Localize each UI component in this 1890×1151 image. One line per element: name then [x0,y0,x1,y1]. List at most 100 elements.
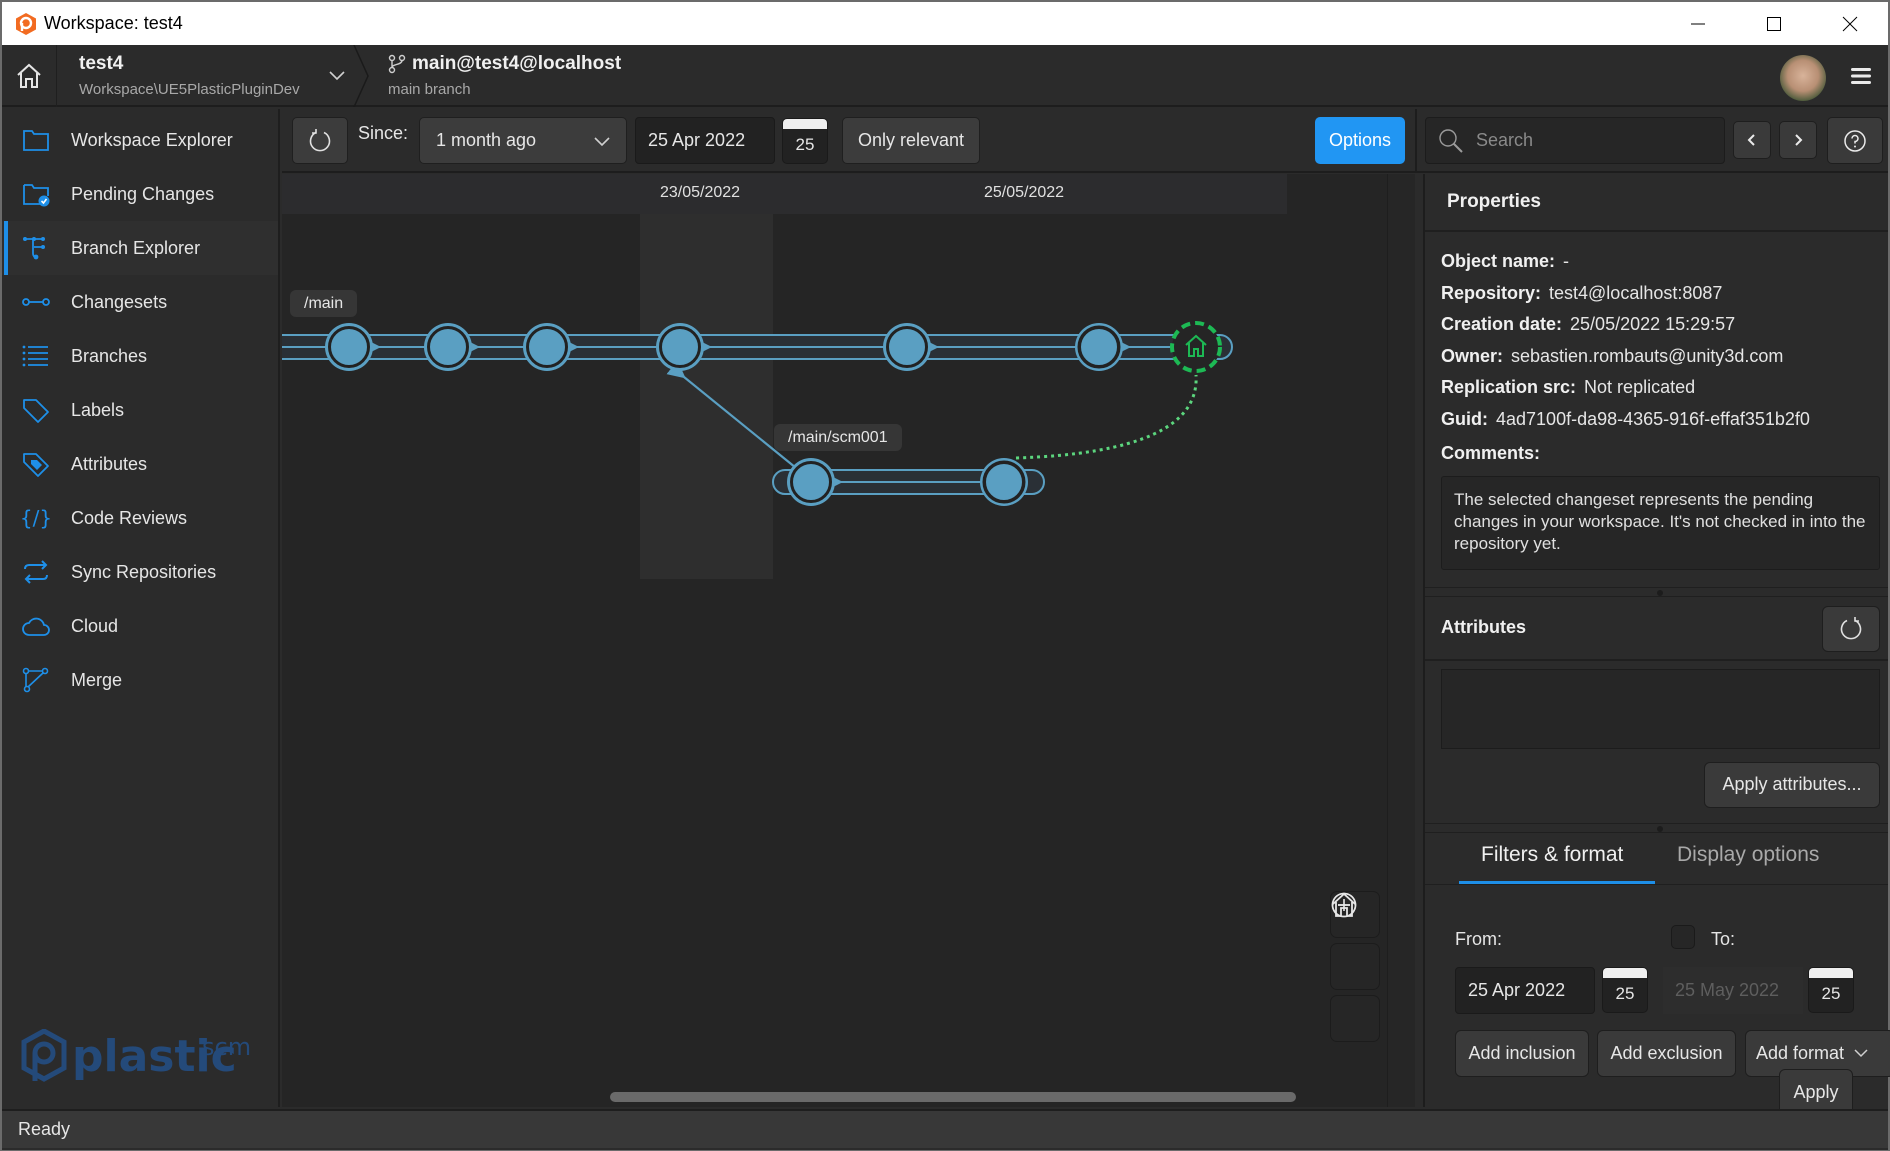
sidebar-item-branch-explorer[interactable]: Branch Explorer [2,221,278,275]
branch-icon [388,54,406,74]
pending-changes-node [1170,321,1222,373]
maximize-icon [1767,16,1781,31]
breadcrumb-separator [353,45,369,107]
sidebar-item-label: Branches [71,345,148,366]
from-label: From: [1455,928,1502,949]
sidebar-item-label: Changesets [71,291,168,312]
minimize-icon [1691,23,1705,24]
branch-subtitle: main branch [388,81,471,98]
branch-label-main[interactable]: /main [290,290,358,317]
from-date-input[interactable]: 25 Apr 2022 [1455,966,1595,1014]
workspace-selector[interactable]: test4 Workspace\UE5PlasticPluginDev [79,53,300,98]
user-avatar[interactable] [1780,55,1826,101]
home-button[interactable] [2,45,57,107]
help-button[interactable] [1827,117,1883,164]
close-button[interactable] [1812,2,1888,45]
calendar-day: 25 [1821,983,1841,1003]
sync-arrows-icon [21,557,51,587]
hamburger-menu-icon[interactable] [1850,65,1872,87]
only-relevant-button[interactable]: Only relevant [842,117,980,164]
branch-explorer-toolbar: Since: 1 month ago 25 Apr 2022 25 Only r… [282,109,1415,173]
changeset-icon [21,287,51,317]
minimize-button[interactable] [1660,2,1736,45]
sidebar-item-workspace-explorer[interactable]: Workspace Explorer [2,113,278,167]
previous-result-button[interactable] [1733,121,1771,159]
sidebar-item-branches[interactable]: Branches [2,329,278,383]
sidebar-item-labels[interactable]: Labels [2,383,278,437]
only-relevant-label: Only relevant [857,130,965,150]
branch-explorer-icon [21,233,51,263]
sidebar-item-label: Sync Repositories [71,561,217,582]
changeset-node-inner [526,326,568,368]
tab-display-options[interactable]: Display options [1677,843,1819,867]
chevron-down-icon [1854,1049,1868,1058]
apply-attributes-button[interactable]: Apply attributes... [1704,761,1880,808]
sidebar-item-label: Merge [71,669,123,690]
plastic-app-icon [16,12,36,35]
from-date-value: 25 Apr 2022 [1468,979,1566,1000]
sidebar-item-code-reviews[interactable]: {/} Code Reviews [2,491,278,545]
changeset-node-inner [427,326,469,368]
search-input[interactable]: Search [1425,117,1725,164]
changeset-node-inner [790,461,832,503]
sidebar-item-pending-changes[interactable]: Pending Changes [2,167,278,221]
svg-text:{/}: {/} [21,506,51,530]
branch-label-scm001[interactable]: /main/scm001 [774,424,902,451]
zoom-out-button[interactable] [1330,892,1380,1042]
search-placeholder: Search [1476,130,1534,150]
calendar-day: 25 [795,135,815,154]
property-row: Repository: test4@localhost:8087 [1441,278,1888,310]
to-date-checkbox[interactable] [1671,924,1695,949]
sidebar-item-cloud[interactable]: Cloud [2,599,278,653]
property-row: Owner: sebastien.rombauts@unity3d.com [1441,341,1888,373]
apply-attributes-label: Apply attributes... [1722,774,1862,794]
properties-title: Properties [1425,174,1888,232]
panel-splitter[interactable] [1425,586,1888,597]
comments-label: Comments: [1441,443,1541,464]
maximize-button[interactable] [1736,2,1812,45]
chevron-down-icon [594,136,610,146]
chevron-down-icon[interactable] [327,65,347,85]
sidebar-item-merge[interactable]: Merge [2,653,278,707]
search-icon [1439,128,1463,153]
branch-title: main@test4@localhost [412,53,622,74]
branch-selector[interactable]: main@test4@localhost main branch [388,53,621,98]
refresh-button[interactable] [292,117,348,164]
property-row: Guid: 4ad7100f-da98-4365-916f-effaf351b2f… [1441,404,1888,436]
attributes-title: Attributes [1441,617,1526,637]
attributes-list[interactable] [1441,668,1880,749]
options-button[interactable]: Options [1315,117,1405,164]
vertical-scrollbar[interactable] [1387,174,1415,1107]
status-bar: Ready [2,1109,1888,1148]
add-inclusion-button[interactable]: Add inclusion [1455,1029,1589,1077]
next-result-button[interactable] [1779,121,1817,159]
changeset-node-inner [328,326,370,368]
since-date-input[interactable]: 25 Apr 2022 [635,117,775,164]
sidebar-item-label: Branch Explorer [71,237,201,258]
since-dropdown[interactable]: 1 month ago [419,117,627,164]
sidebar-item-changesets[interactable]: Changesets [2,275,278,329]
to-date-input[interactable]: 25 May 2022 [1663,966,1803,1014]
sidebar-item-sync-repositories[interactable]: Sync Repositories [2,545,278,599]
panel-splitter[interactable] [1425,822,1888,833]
property-value: 4ad7100f-da98-4365-916f-effaf351b2f0 [1496,408,1810,429]
sidebar-item-label: Pending Changes [71,183,215,204]
tab-filters-format[interactable]: Filters & format [1481,843,1623,867]
zoom-in-button[interactable] [1330,892,1380,990]
since-date-value: 25 Apr 2022 [648,130,746,150]
to-calendar-button[interactable]: 25 [1808,966,1854,1013]
add-exclusion-label: Add exclusion [1610,1042,1723,1063]
calendar-button[interactable]: 25 [782,118,828,164]
sidebar-item-attributes[interactable]: Attributes [2,437,278,491]
sidebar-item-label: Code Reviews [71,507,188,528]
app-window: Workspace: test4 test4 Workspace\UE5Plas… [2,2,1890,1150]
branch-explorer-canvas[interactable]: 23/05/2022 25/05/2022 /main /main/scm001 [282,174,1415,1107]
window-title: Workspace: test4 [44,13,183,33]
add-exclusion-button[interactable]: Add exclusion [1597,1029,1736,1077]
horizontal-scrollbar[interactable] [610,1092,1296,1102]
home-icon [17,63,41,88]
attributes-refresh-button[interactable] [1822,605,1880,652]
comments-box[interactable]: The selected changeset represents the pe… [1441,475,1880,570]
calendar-icon [783,119,827,129]
